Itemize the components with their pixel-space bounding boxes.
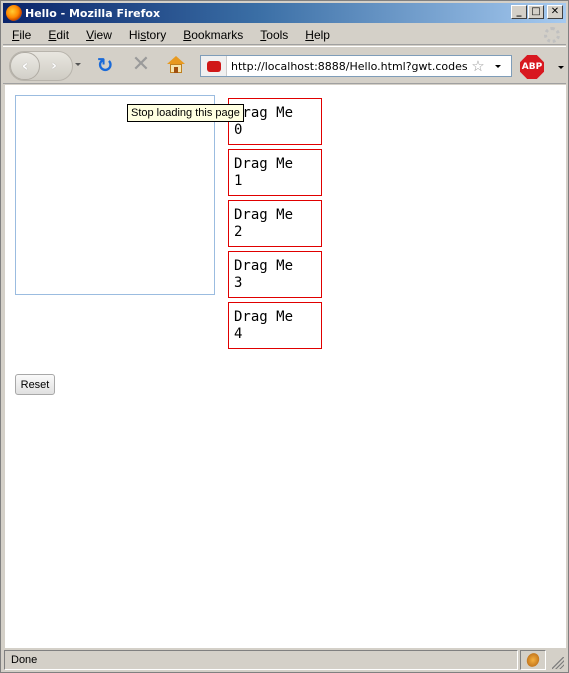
drag-item-label: Drag Me [234,105,294,121]
menu-history[interactable]: History [120,28,174,42]
minimize-button[interactable]: _ [511,5,527,19]
drag-item-label: Drag Me [234,309,294,325]
menu-help[interactable]: Help [296,28,338,42]
forward-button[interactable]: › [43,56,65,76]
drop-target-panel[interactable] [15,95,215,295]
page-content: Drag Me 0 Drag Me 1 Drag Me 2 Drag Me 3 … [5,85,566,648]
status-text: Done [4,650,518,670]
close-button[interactable]: ✕ [547,5,563,19]
address-bar[interactable]: ☆ [200,55,512,77]
home-icon-door [174,67,178,73]
menu-label: Hi [128,27,141,42]
drag-item-label: Drag Me [234,156,294,172]
title-bar[interactable]: Hello - Mozilla Firefox _ □ ✕ [3,3,566,23]
home-icon [167,56,185,64]
url-history-dropdown-icon[interactable] [495,64,501,68]
back-button[interactable]: ‹ [10,52,40,80]
tooltip: Stop loading this page [127,104,244,122]
reload-button[interactable]: ↻ [95,55,115,75]
menu-label: elp [313,27,330,42]
drag-item[interactable]: Drag Me 4 [228,302,322,349]
firebug-button[interactable] [520,650,546,670]
history-dropdown-icon[interactable] [75,63,81,66]
drag-item[interactable]: Drag Me 2 [228,200,322,247]
bookmark-star-icon[interactable]: ☆ [469,57,487,75]
menu-view[interactable]: View [77,28,120,42]
firefox-logo-icon [6,5,22,21]
drag-item-index: 4 [234,326,243,342]
menu-label: ile [19,27,32,42]
firebug-icon [524,651,542,669]
window-controls: _ □ ✕ [510,5,563,19]
drag-item[interactable]: Drag Me 1 [228,149,322,196]
stop-button[interactable]: ✕ [131,54,151,76]
status-bar: Done [3,649,566,671]
menu-bookmarks[interactable]: Bookmarks [174,28,251,42]
drag-item-label: Drag Me [234,207,294,223]
home-button[interactable] [166,55,186,75]
menu-label: tory [146,27,167,42]
drag-item[interactable]: Drag Me 3 [228,251,322,298]
window-title: Hello - Mozilla Firefox [25,6,161,20]
browser-window: Hello - Mozilla Firefox _ □ ✕ File Edit … [0,0,569,673]
menu-tools[interactable]: Tools [251,28,296,42]
drag-item-index: 0 [234,122,243,138]
menu-label: iew [93,27,112,42]
drag-item-index: 3 [234,275,243,291]
drag-item-label: Drag Me [234,258,294,274]
menu-label: ools [266,27,289,42]
site-identity-icon[interactable] [201,56,227,76]
url-input[interactable] [227,58,469,74]
menu-accel: V [86,27,94,42]
maximize-button[interactable]: □ [528,5,544,19]
menu-file[interactable]: File [3,28,39,42]
navigation-toolbar: ‹ › ↻ ✕ ☆ ABP [3,46,566,84]
menu-label: dit [56,27,70,42]
adblock-plus-button[interactable]: ABP [520,55,544,79]
adblock-dropdown-icon[interactable] [558,66,564,69]
drag-item-index: 2 [234,224,243,240]
reset-button[interactable]: Reset [15,374,55,395]
drag-item-index: 1 [234,173,243,189]
back-forward-group: ‹ › [9,51,73,81]
menu-accel: H [305,27,314,42]
loading-throbber-icon [544,27,560,43]
resize-grip[interactable] [552,657,564,669]
menu-label: ookmarks [191,27,244,42]
menu-bar: File Edit View History Bookmarks Tools H… [3,25,566,45]
toolbox-icon [206,60,221,72]
menu-edit[interactable]: Edit [39,28,77,42]
